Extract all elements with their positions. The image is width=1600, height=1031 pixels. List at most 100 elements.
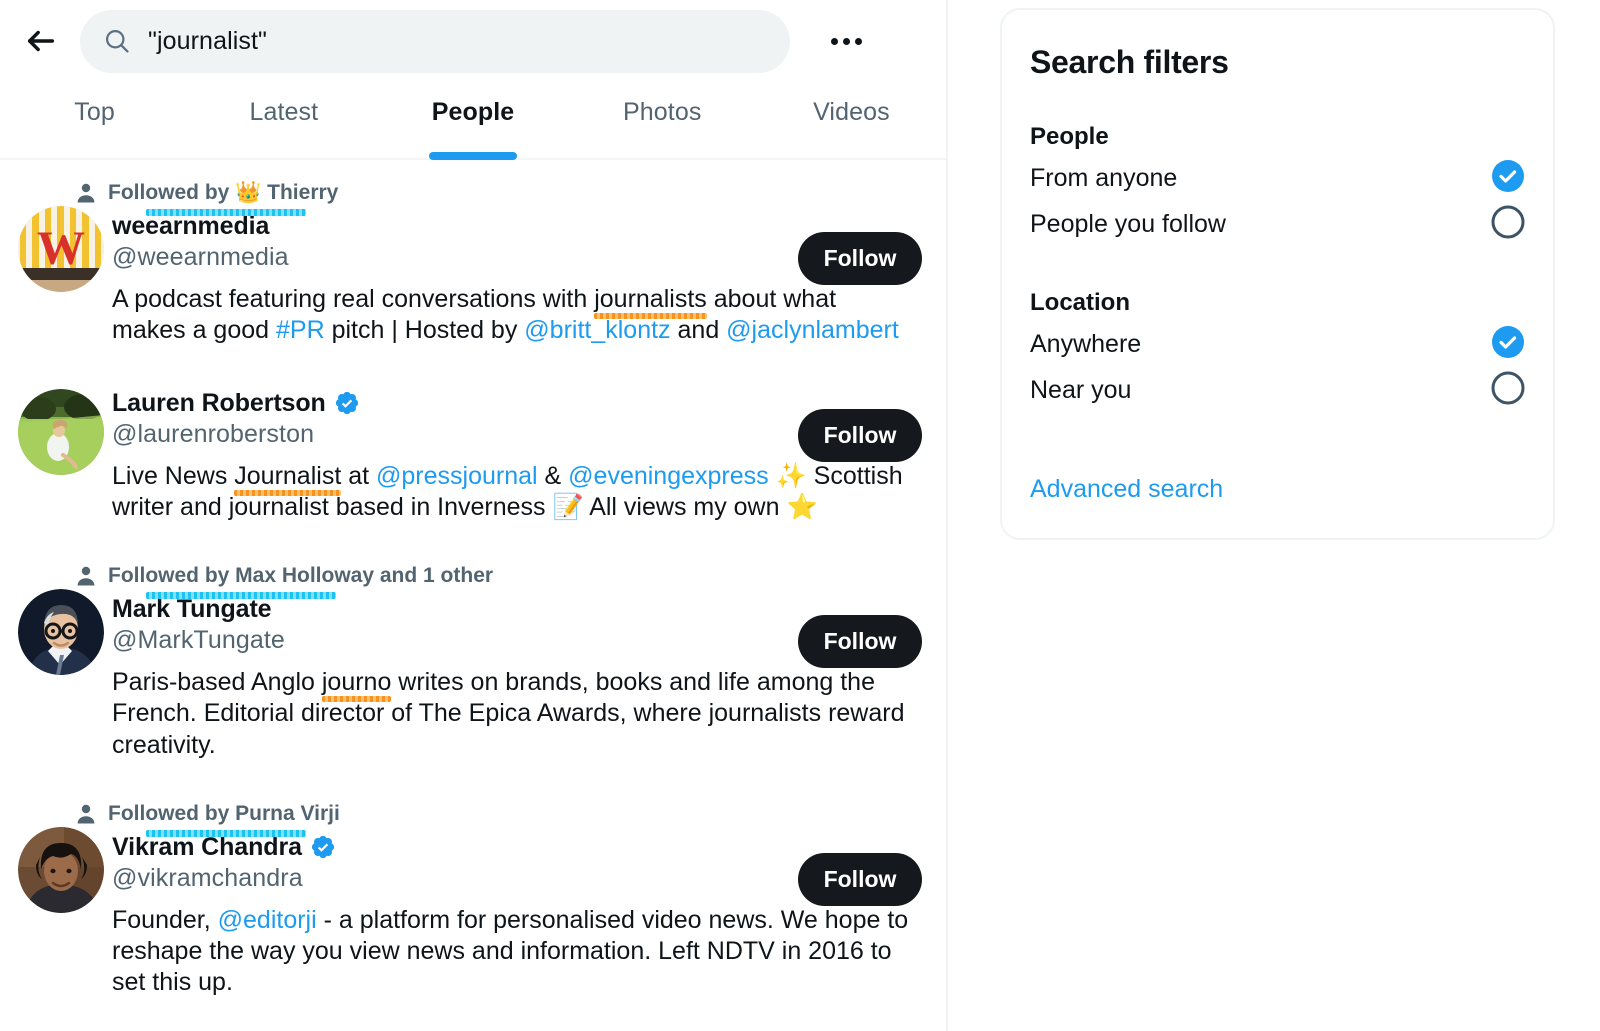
annotation-highlight-orange: journo <box>321 667 391 703</box>
search-input[interactable]: "journalist" <box>80 9 790 73</box>
bio-mention-link[interactable]: @pressjournal <box>376 462 538 490</box>
filter-option-row[interactable]: Near you <box>1030 367 1525 413</box>
radio-unchecked-icon[interactable] <box>1491 371 1525 410</box>
verified-badge-icon <box>310 834 336 860</box>
tab-top[interactable]: Top <box>0 82 189 158</box>
search-results-column: "journalist" Top Latest People Photos Vi… <box>0 0 948 1031</box>
tab-people[interactable]: People <box>378 82 567 160</box>
search-icon <box>102 26 132 56</box>
user-handle[interactable]: @laurenroberston <box>112 420 912 449</box>
svg-text:W: W <box>37 222 85 275</box>
display-name: Vikram Chandra <box>112 832 302 861</box>
display-name: Lauren Robertson <box>112 388 326 417</box>
bio-text: A podcast featuring real conversations w… <box>112 285 595 313</box>
bio-text: Live News <box>112 461 235 490</box>
advanced-search-link[interactable]: Advanced search <box>1030 475 1223 504</box>
radio-checked-icon[interactable] <box>1491 325 1525 364</box>
avatar[interactable] <box>18 826 104 913</box>
social-context: Followed by Purna Virji <box>77 797 912 837</box>
tab-label: Videos <box>813 98 890 126</box>
filter-option-label: Near you <box>1030 375 1132 404</box>
social-context-text: Followed by 👑 Thierry <box>108 181 339 204</box>
tab-underline <box>429 152 517 160</box>
avatar[interactable] <box>18 388 104 475</box>
filter-group-title: People <box>1030 123 1109 150</box>
tab-photos[interactable]: Photos <box>568 82 757 158</box>
avatar[interactable]: W <box>18 206 104 292</box>
bio-text: pitch | Hosted by <box>324 316 525 345</box>
person-info: Followed by 👑 Thierry weearnmedia @weearnm… <box>77 176 922 347</box>
user-bio: A podcast featuring real conversations w… <box>112 284 912 347</box>
social-context: Followed by Max Holloway and 1 other <box>77 559 912 599</box>
bio-mention-link[interactable]: @editorji <box>218 906 317 934</box>
person-result-card[interactable]: Lauren Robertson @laurenroberston Live New… <box>0 369 946 546</box>
user-bio: Founder, @editorji - a platform for pers… <box>112 905 912 999</box>
user-bio: Live News Journalist at @pressjournal & … <box>112 461 912 524</box>
tab-label: People <box>431 98 515 126</box>
filter-groups: People From anyone People you follow Locati… <box>1030 123 1525 413</box>
tab-label: Photos <box>622 98 702 126</box>
display-name-row[interactable]: weearnmedia <box>112 212 912 241</box>
user-handle[interactable]: @vikramchandra <box>112 864 912 893</box>
follow-button[interactable]: Follow <box>798 852 922 906</box>
search-header: "journalist" <box>0 0 946 82</box>
follow-button[interactable]: Follow <box>798 408 922 462</box>
bio-mention-link[interactable]: @britt_klontz <box>524 316 670 344</box>
bio-mention-link[interactable]: @jaclynlambert <box>726 316 899 344</box>
avatar-column <box>0 797 112 999</box>
person-info: Followed by Max Holloway and 1 other Mark… <box>77 559 922 761</box>
person-result-card[interactable]: W Followed by 👑 Thierry weearnmedia @weearn… <box>0 162 946 369</box>
follow-button[interactable]: Follow <box>798 615 922 668</box>
filter-option-label: From anyone <box>1030 163 1178 192</box>
annotation-squiggle-cyan <box>146 209 306 216</box>
search-filters-column: Search filters People From anyone People y… <box>948 0 1600 1031</box>
filter-option-label: Anywhere <box>1030 329 1142 358</box>
tab-videos[interactable]: Videos <box>757 82 946 158</box>
tab-label: Top <box>74 98 115 126</box>
social-context-text: Followed by Purna Virji <box>108 801 340 825</box>
search-query-text: "journalist" <box>148 26 267 55</box>
filter-option-row[interactable]: People you follow <box>1030 201 1525 247</box>
social-context: Followed by 👑 Thierry <box>77 176 912 216</box>
bio-text: and <box>670 316 727 345</box>
twitter-search-people-page: "journalist" Top Latest People Photos Vi… <box>0 0 1600 1031</box>
person-result-card[interactable]: Followed by Max Holloway and 1 other Mark… <box>0 545 946 783</box>
annotation-highlight-orange: Journalist <box>234 461 342 497</box>
display-name-row[interactable]: Lauren Robertson <box>112 389 912 418</box>
person-result-card[interactable]: Followed by Purna Virji Vikram Chandra @vi… <box>0 783 946 1021</box>
filter-group-title: Location <box>1030 289 1130 316</box>
avatar-column <box>0 559 112 761</box>
filter-option-label: People you follow <box>1030 209 1226 238</box>
person-info: Followed by Purna Virji Vikram Chandra @vi… <box>77 797 922 999</box>
bio-hashtag-link[interactable]: #PR <box>276 316 325 344</box>
user-bio: Paris-based Anglo journo writes on brand… <box>112 667 912 761</box>
annotation-highlight-orange: journalists <box>594 284 707 320</box>
filter-option-row[interactable]: From anyone <box>1030 155 1525 201</box>
avatar[interactable] <box>18 589 104 675</box>
avatar-column <box>0 387 112 524</box>
annotation-squiggle-cyan <box>146 829 306 837</box>
display-name-row[interactable]: Vikram Chandra <box>112 833 912 862</box>
search-tabs: Top Latest People Photos Videos <box>0 82 946 160</box>
radio-unchecked-icon[interactable] <box>1491 205 1525 244</box>
display-name: weearnmedia <box>112 212 270 240</box>
bio-text: Paris-based Anglo <box>112 668 322 696</box>
bio-mention-link[interactable]: @eveningexpress <box>568 462 769 490</box>
user-handle[interactable]: @MarkTungate <box>112 626 912 655</box>
user-handle[interactable]: @weearnmedia <box>112 243 912 272</box>
person-icon <box>74 181 98 205</box>
more-options-button[interactable] <box>822 17 870 65</box>
people-results-list: W Followed by 👑 Thierry weearnmedia @weearn… <box>0 160 946 1021</box>
back-button[interactable] <box>18 18 64 64</box>
tab-latest[interactable]: Latest <box>189 82 378 158</box>
person-info: Lauren Robertson @laurenroberston Live New… <box>112 387 922 524</box>
radio-checked-icon[interactable] <box>1491 159 1525 198</box>
search-filters-card: Search filters People From anyone People y… <box>1000 8 1555 540</box>
filter-option-row[interactable]: Anywhere <box>1030 321 1525 367</box>
arrow-left-icon <box>24 24 58 58</box>
display-name-row[interactable]: Mark Tungate <box>112 595 912 624</box>
follow-button[interactable]: Follow <box>798 232 922 285</box>
bio-text: & <box>537 461 569 490</box>
person-icon <box>74 564 98 588</box>
bio-text: Founder, <box>112 905 218 934</box>
